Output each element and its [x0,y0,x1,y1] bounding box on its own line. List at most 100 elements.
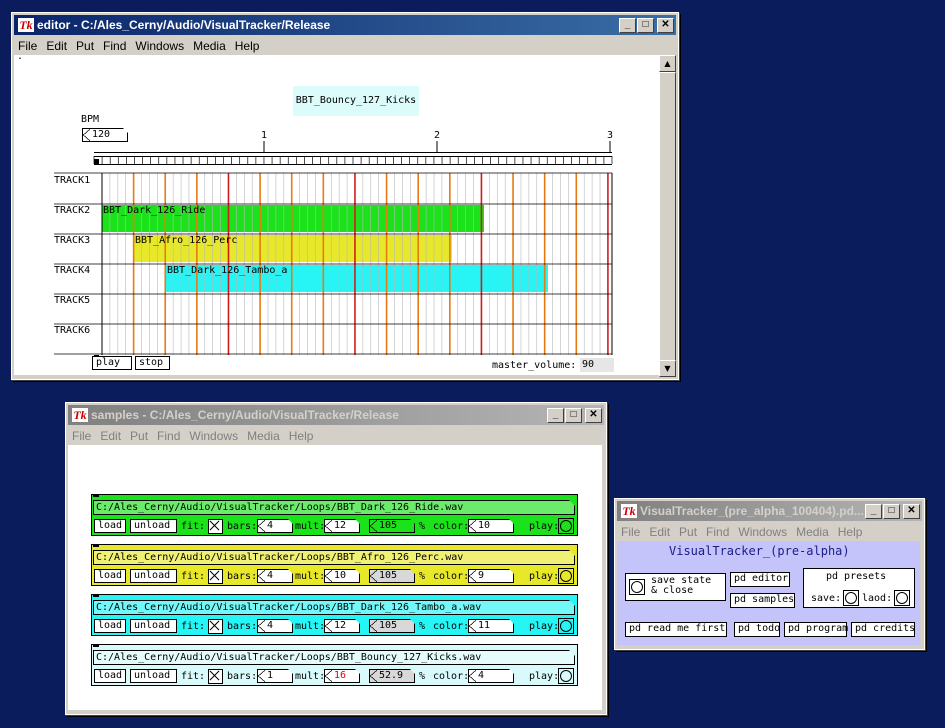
pd-read-me-first-object[interactable]: pd read me first [625,622,727,637]
pd-presets-label[interactable]: pd presets [826,571,886,583]
pd-credits-object[interactable]: pd credits [851,622,915,637]
load-preset-bang[interactable] [894,590,910,606]
vt-canvas[interactable]: VisualTracker_(pre-alpha) save state & c… [617,541,920,645]
color-number-box[interactable]: 4 [468,669,514,683]
pd-samples-object[interactable]: pd samples [730,593,795,608]
menu-edit[interactable]: Edit [100,429,121,443]
unload-button[interactable]: unload [130,669,177,683]
clip-track2[interactable]: BBT_Dark_126_Ride [103,205,205,217]
bars-number-box[interactable]: 1 [257,669,293,683]
menu-windows[interactable]: Windows [189,429,238,443]
menu-file[interactable]: File [621,525,640,539]
clip-track3[interactable]: BBT_Afro_126_Perc [135,235,237,247]
maximize-button[interactable]: □ [883,503,900,519]
menu-put[interactable]: Put [130,429,148,443]
samples-title: samples - C:/Ales_Cerny/Audio/VisualTrac… [91,408,399,422]
menu-find[interactable]: Find [157,429,180,443]
maximize-button[interactable]: □ [565,407,582,423]
bars-label: bars: [227,571,258,582]
unload-button[interactable]: unload [130,569,177,583]
mult-number-box[interactable]: 12 [324,619,360,633]
pd-todo-object[interactable]: pd todo [734,622,780,637]
track-label-5: TRACK5 [54,295,91,306]
sample-row: C:/Ales_Cerny/Audio/VisualTracker/Loops/… [91,544,578,586]
menu-windows[interactable]: Windows [135,39,184,53]
color-number-box[interactable]: 9 [468,569,514,583]
tempo-number-box[interactable]: 52.9 [369,669,415,683]
color-label: color: [433,571,470,582]
minimize-button[interactable]: _ [619,17,636,33]
inlet [93,545,99,547]
scroll-down-arrow-icon[interactable]: ▼ [659,360,676,377]
editor-vertical-scrollbar[interactable]: ▲ ▼ [659,55,676,377]
master-volume-value[interactable]: 90 [580,358,614,372]
menu-find[interactable]: Find [706,525,729,539]
load-button[interactable]: load [94,569,126,583]
close-button[interactable]: ✕ [657,17,674,33]
bars-label: bars: [227,671,258,682]
vt-titlebar[interactable]: Tk VisualTracker_(pre_alpha_100404).pd..… [617,501,922,521]
bars-number-box[interactable]: 4 [257,569,293,583]
scroll-up-arrow-icon[interactable]: ▲ [659,55,676,72]
minimize-button[interactable]: _ [547,407,564,423]
menu-media[interactable]: Media [193,39,226,53]
bars-number-box[interactable]: 4 [257,519,293,533]
close-button[interactable]: ✕ [903,503,920,519]
bars-number-box[interactable]: 4 [257,619,293,633]
play-bang[interactable] [558,568,574,584]
color-number-box[interactable]: 11 [468,619,514,633]
play-bang[interactable] [558,668,574,684]
load-button[interactable]: load [94,669,126,683]
menu-put[interactable]: Put [76,39,94,53]
menu-help[interactable]: Help [235,39,260,53]
samples-titlebar[interactable]: Tk samples - C:/Ales_Cerny/Audio/VisualT… [68,405,604,425]
mult-number-box[interactable]: 16 [324,669,360,683]
pd-program-object[interactable]: pd program [784,622,848,637]
unload-button[interactable]: unload [130,519,177,533]
tempo-number-box[interactable]: 105 [369,569,415,583]
menu-help[interactable]: Help [289,429,314,443]
menu-help[interactable]: Help [838,525,863,539]
menu-put[interactable]: Put [679,525,697,539]
stop-button[interactable]: stop [135,356,170,370]
pd-editor-object[interactable]: pd editor [730,572,790,587]
menu-media[interactable]: Media [247,429,280,443]
tempo-number-box[interactable]: 105 [369,619,415,633]
editor-canvas[interactable]: . BBT_Bouncy_127_Kicks BPM 120 1 2 3 TRA… [14,51,659,375]
fit-toggle[interactable] [208,619,223,634]
menu-find[interactable]: Find [103,39,126,53]
sample-path[interactable]: C:/Ales_Cerny/Audio/VisualTracker/Loops/… [93,650,575,665]
minimize-button[interactable]: _ [865,503,882,519]
menu-edit[interactable]: Edit [649,525,670,539]
scroll-thumb[interactable] [659,72,676,361]
samples-canvas[interactable]: C:/Ales_Cerny/Audio/VisualTracker/Loops/… [68,445,602,710]
play-button[interactable]: play [92,356,132,370]
maximize-button[interactable]: □ [637,17,654,33]
sample-path[interactable]: C:/Ales_Cerny/Audio/VisualTracker/Loops/… [93,500,575,515]
mult-number-box[interactable]: 10 [324,569,360,583]
menu-edit[interactable]: Edit [46,39,67,53]
load-button[interactable]: load [94,619,126,633]
load-button[interactable]: load [94,519,126,533]
fit-toggle[interactable] [208,569,223,584]
menu-windows[interactable]: Windows [738,525,787,539]
editor-titlebar[interactable]: Tk editor - C:/Ales_Cerny/Audio/VisualTr… [14,15,676,35]
save-preset-bang[interactable] [843,590,859,606]
inlet [93,495,99,497]
unload-button[interactable]: unload [130,619,177,633]
play-bang[interactable] [558,518,574,534]
menu-file[interactable]: File [72,429,91,443]
play-bang[interactable] [558,618,574,634]
sample-path[interactable]: C:/Ales_Cerny/Audio/VisualTracker/Loops/… [93,600,575,615]
fit-toggle[interactable] [208,519,223,534]
color-number-box[interactable]: 10 [468,519,514,533]
clip-track4[interactable]: BBT_Dark_126_Tambo_a [167,265,287,277]
save-state-close-button[interactable]: save state & close [625,573,726,601]
mult-number-box[interactable]: 12 [324,519,360,533]
sample-path[interactable]: C:/Ales_Cerny/Audio/VisualTracker/Loops/… [93,550,575,565]
close-button[interactable]: ✕ [585,407,602,423]
save-state-bang[interactable] [629,579,645,595]
tempo-number-box[interactable]: 105 [369,519,415,533]
menu-media[interactable]: Media [796,525,829,539]
fit-toggle[interactable] [208,669,223,684]
